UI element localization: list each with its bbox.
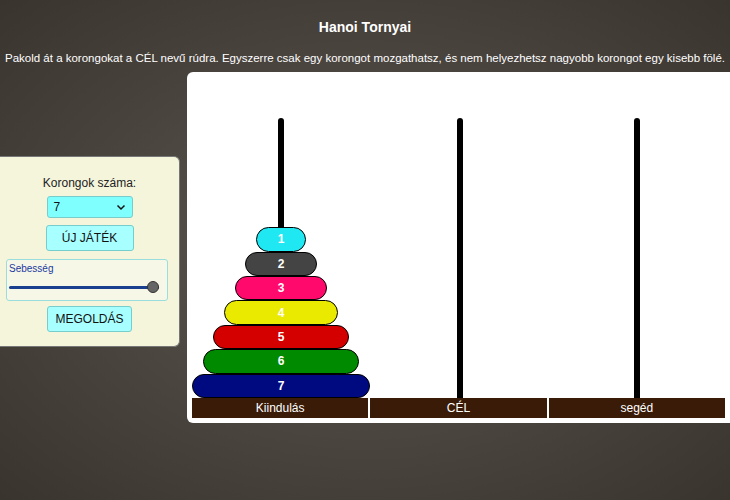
disk[interactable]: 5 xyxy=(213,325,348,349)
disk[interactable]: 1 xyxy=(256,227,306,251)
main: Korongok száma: 7 ÚJ JÁTÉK Sebesség MEGOLDÁS… xyxy=(0,72,730,423)
rod xyxy=(457,118,463,398)
speed-box: Sebesség xyxy=(6,259,168,301)
slider-thumb[interactable] xyxy=(147,281,159,293)
disk-count-label: Korongok száma: xyxy=(43,175,136,191)
disk[interactable]: 4 xyxy=(224,300,338,324)
disk[interactable]: 3 xyxy=(235,276,328,300)
disk-count-select[interactable]: 7 xyxy=(47,196,133,218)
solve-button[interactable]: MEGOLDÁS xyxy=(47,306,132,332)
board: 1234567KiindulásCÉLsegéd xyxy=(187,72,730,423)
disk[interactable]: 7 xyxy=(192,374,370,398)
rod-label: segéd xyxy=(549,398,725,418)
page: Hanoi Tornyai Pakold át a korongokat a CÉ… xyxy=(0,0,730,500)
rod-column[interactable]: 1234567 xyxy=(192,72,370,398)
new-game-button[interactable]: ÚJ JÁTÉK xyxy=(46,225,134,251)
control-panel: Korongok száma: 7 ÚJ JÁTÉK Sebesség MEGOLDÁS xyxy=(0,156,180,347)
disk-count-value: 7 xyxy=(54,198,61,216)
rod-labels: KiindulásCÉLsegéd xyxy=(192,398,725,418)
title: Hanoi Tornyai xyxy=(0,0,730,37)
rod xyxy=(634,118,640,398)
rod-column[interactable] xyxy=(550,72,726,398)
speed-label: Sebesség xyxy=(9,262,159,275)
disk[interactable]: 6 xyxy=(203,349,360,373)
chevron-down-icon xyxy=(116,202,126,212)
slider-track xyxy=(9,286,159,289)
disk[interactable]: 2 xyxy=(245,252,317,276)
speed-slider[interactable] xyxy=(9,281,159,293)
rod-column[interactable] xyxy=(372,72,548,398)
rod-label: CÉL xyxy=(370,398,546,418)
instruction: Pakold át a korongokat a CÉL nevű rúdra.… xyxy=(0,50,730,66)
rod-label: Kiindulás xyxy=(192,398,368,418)
rods: 1234567 xyxy=(192,72,725,398)
